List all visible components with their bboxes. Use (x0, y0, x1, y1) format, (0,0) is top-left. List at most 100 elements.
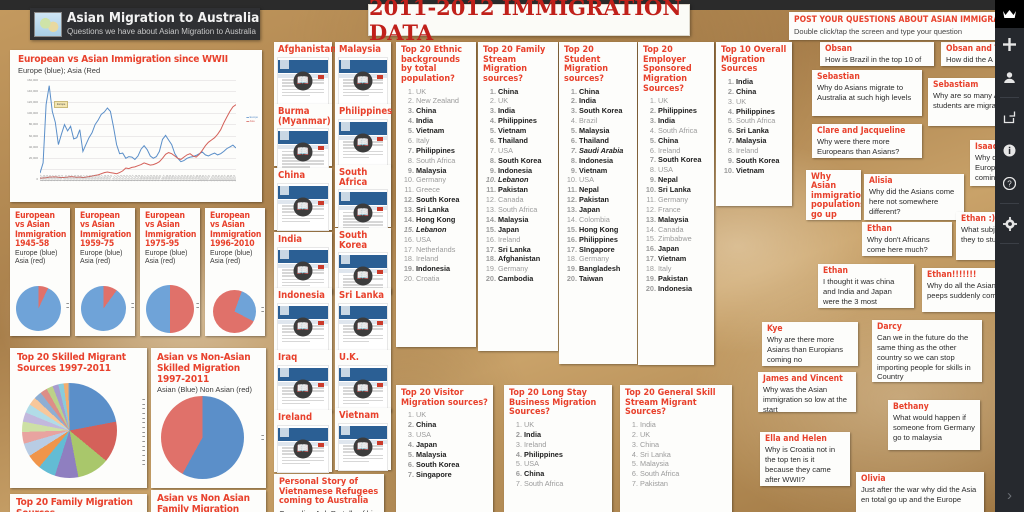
list-item: Nepal (643, 175, 678, 185)
pie-card-1945-58[interactable]: European vs Asian Immigration 1945-58 Eu… (10, 208, 70, 336)
country-card-label: Philippines (339, 106, 393, 117)
pie-card-1975-95[interactable]: European vs Asian Immigration 1975-95 Eu… (140, 208, 200, 336)
question-note-clare-jacqueline[interactable]: Clare and Jacqueline Why were there more … (812, 124, 922, 158)
person-icon[interactable] (995, 61, 1024, 94)
note-body: Why was the Asian immigration so low at … (763, 384, 847, 412)
banner-text: 2011-2012 IMMIGRATION DATA (369, 0, 682, 45)
list-item: Pakistan (564, 195, 610, 205)
country-card-burma-myanmar[interactable]: Burma (Myanmar) 📖 (274, 104, 332, 177)
skilled-migrant-pie-card[interactable]: Top 20 Skilled Migrant Sources 1997-2011… (10, 348, 147, 488)
list-card-general-skill-stream[interactable]: Top 20 General Skill Stream Migrant Sour… (620, 385, 732, 512)
note-body: How is Brazil in the top 10 of (825, 54, 922, 64)
country-card-philippines[interactable]: Philippines 📖 (335, 104, 393, 167)
pie-card-1996-2010[interactable]: European vs Asian Immigration 1996-2010 … (205, 208, 265, 336)
country-card-thumbnail: 📖 (338, 364, 388, 413)
country-card-ireland[interactable]: Ireland 📖 (274, 410, 332, 473)
chevron-right-icon[interactable]: › (995, 487, 1024, 504)
pie-graphic (16, 286, 61, 331)
pie-subtitle: Europe (blue) Asia (red) (80, 250, 123, 266)
question-note-sebastian[interactable]: Sebastian Why do Asians migrate to Austra… (812, 70, 922, 116)
country-card-iraq[interactable]: Iraq 📖 (274, 350, 332, 413)
country-card-afghanistan[interactable]: Afghanistan 📖 (274, 42, 337, 105)
list-card-visitor-migration[interactable]: Top 20 Visitor Migration sources? UK China… (396, 385, 493, 512)
list-item: Ireland (483, 234, 521, 245)
list-card-title: Top 10 Overall Migration Sources (721, 45, 787, 75)
list-item: Sri Lanka (721, 126, 769, 136)
list-item: South Africa (721, 116, 776, 126)
share-export-icon[interactable] (995, 101, 1024, 134)
family-migration-sources-card[interactable]: Top 20 Family Migration Sources (10, 494, 147, 512)
crown-icon[interactable] (995, 0, 1024, 28)
note-author: Bethany (893, 402, 929, 412)
question-note-obsan[interactable]: Obsan How is Brazil in the top 10 of (820, 42, 934, 66)
list-item: Croatia (401, 274, 440, 284)
note-author: Kye (767, 324, 783, 334)
info-icon[interactable] (995, 134, 1024, 167)
country-card-south-africa[interactable]: South Africa 📖 (335, 165, 391, 238)
book-icon: 📖 (353, 133, 373, 153)
country-card-indonesia[interactable]: Indonesia 📖 (274, 288, 332, 351)
list-item: New Zealand (401, 96, 459, 106)
list-item: Germany (643, 194, 689, 205)
line-chart-card[interactable]: European vs Asian Immigration since WWII… (10, 50, 262, 202)
country-card-u-k[interactable]: U.K. 📖 (335, 350, 391, 413)
country-card-south-korea[interactable]: South Korea 📖 (335, 228, 391, 301)
country-card-malaysia[interactable]: Malaysia 📖 (335, 42, 391, 105)
list-card-employer-sponsored[interactable]: Top 20 Employer Sponsored Migration Sour… (638, 42, 714, 365)
list-card-student-migration[interactable]: Top 20 Student Migration sources? China In… (559, 42, 637, 364)
list-card-title: Top 20 Student Migration sources? (564, 45, 609, 84)
list-item: South Africa (625, 469, 680, 479)
list-item: Ireland (509, 439, 547, 450)
question-note-darcy[interactable]: Darcy Can we in the future do the same th… (872, 320, 982, 382)
question-note-kye[interactable]: Kye Why are there more Asians than Europi… (762, 322, 858, 366)
list-card-ethnic-backgrounds[interactable]: Top 20 Ethnic backgrounds by total popul… (396, 42, 476, 347)
add-icon[interactable] (995, 28, 1024, 61)
toolbar-divider-3 (1000, 243, 1019, 244)
right-toolbar[interactable]: ? › (995, 0, 1024, 512)
question-note-olivia[interactable]: Olivia Just after the war why did the Asi… (856, 472, 984, 512)
help-icon[interactable]: ? (995, 167, 1024, 200)
country-card-label: India (278, 234, 303, 245)
question-note-james-vincent[interactable]: James and Vincent Why was the Asian immig… (758, 372, 856, 412)
list-card-long-stay-business[interactable]: Top 20 Long Stay Business Migration Sour… (504, 385, 612, 512)
list-card-items: China UK India Philippines Vietnam Thailand US… (483, 87, 553, 285)
list-item: UK (509, 419, 535, 430)
country-card-india[interactable]: India 📖 (274, 232, 332, 295)
settings-gear-icon[interactable] (995, 207, 1024, 240)
question-note-why-asian-populations[interactable]: Why Asian immigration populations go up (806, 170, 861, 220)
list-item: Greece (401, 185, 440, 195)
list-card-items: UK China USA Japan Malaysia South Korea Singap… (401, 410, 488, 479)
question-note-ethan-africans[interactable]: Ethan Why don't Africans come here much? (862, 222, 952, 256)
asian-nonasian-skilled-card[interactable]: Asian vs Non-Asian Skilled Migration 199… (151, 348, 266, 488)
immigration-data-banner: 2011-2012 IMMIGRATION DATA (368, 0, 690, 45)
list-item: Malaysia (401, 165, 447, 176)
list-item: India (401, 116, 434, 126)
list-item: South Korea (401, 195, 460, 205)
note-author: Ella and Helen (765, 434, 827, 444)
country-card-label: Afghanistan (278, 44, 337, 55)
pie-card-1959-75[interactable]: European vs Asian Immigration 1959-75 Eu… (75, 208, 135, 336)
list-card-family-stream[interactable]: Top 20 Family Stream Migration sources? C… (478, 42, 558, 351)
vietnam-story-note[interactable]: Personal Story of Vietnamese Refugees co… (274, 474, 384, 512)
book-icon: 📖 (353, 266, 373, 286)
country-card-thumbnail: 📖 (277, 302, 329, 351)
pie-graphic (81, 286, 126, 331)
list-item: Sri Lanka (625, 449, 671, 460)
skilled-pie-graphic (22, 383, 117, 478)
list-item: USA (401, 430, 432, 440)
list-item: India (564, 96, 597, 106)
question-note-bethany[interactable]: Bethany What would happen if someone from… (888, 400, 980, 450)
list-item: UK (643, 96, 669, 106)
question-note-alisia[interactable]: Alisia Why did the Asians come here not s… (864, 174, 964, 220)
country-card-vietnam[interactable]: Vietnam 📖 (335, 408, 391, 471)
list-item: South Korea (564, 106, 623, 116)
country-card-sri-lanka[interactable]: Sri Lanka 📖 (335, 288, 391, 351)
list-card-overall-migration[interactable]: Top 10 Overall Migration Sources India Chi… (716, 42, 792, 206)
list-item: Ireland (721, 146, 759, 156)
country-card-china[interactable]: China 📖 (274, 168, 332, 231)
list-item: Philippines (483, 116, 537, 126)
question-note-ella-helen[interactable]: Ella and Helen Why is Croatia not in the … (760, 432, 850, 486)
question-note-ethan-three[interactable]: Ethan I thought it was china and India an… (818, 264, 914, 308)
chart-tooltip: Europe (54, 101, 69, 108)
asian-nonasian-family-card[interactable]: Asian vs Non Asian Family Migration 1997… (151, 490, 266, 512)
